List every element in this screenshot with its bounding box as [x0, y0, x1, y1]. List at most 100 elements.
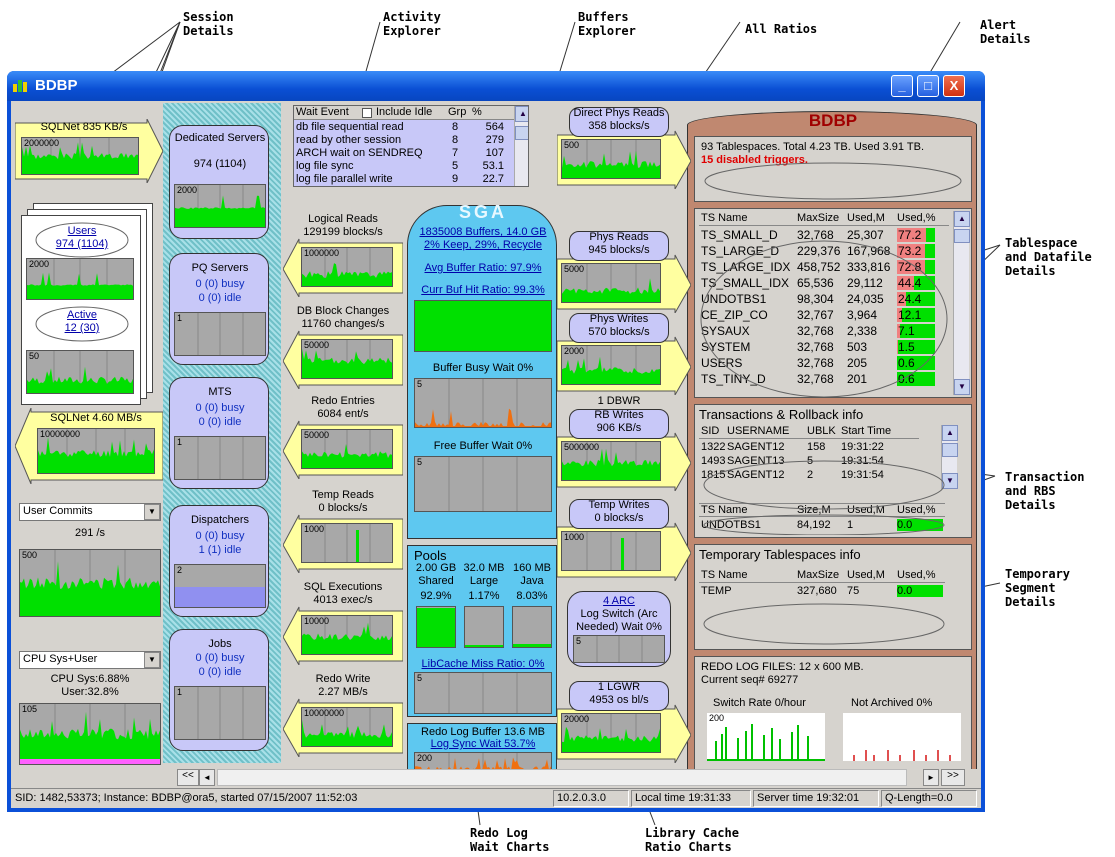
free-buffer-chart[interactable]: 5: [414, 456, 552, 512]
scroll-thumb[interactable]: [954, 229, 970, 243]
sga-buffers-link[interactable]: 1835008 Buffers, 14.0 GB: [408, 226, 558, 239]
prev-page-button[interactable]: ◄: [199, 769, 215, 786]
tablespace-panel[interactable]: TS Name MaxSize Used,M Used,% TS_SMALL_D…: [694, 208, 972, 398]
redo-entries-chart[interactable]: 50000: [301, 429, 393, 469]
rb-writes-chart[interactable]: 5000000: [561, 441, 661, 481]
phys-reads-chart[interactable]: 5000: [561, 263, 661, 303]
sql-executions-chart[interactable]: 10000: [301, 615, 393, 655]
libcache-chart[interactable]: 5: [414, 672, 552, 714]
last-page-button[interactable]: >>: [941, 769, 965, 786]
scroll-up-icon[interactable]: ▲: [515, 106, 528, 122]
avg-buffer-ratio-link[interactable]: Avg Buffer Ratio: 97.9%: [408, 262, 558, 275]
commits-select[interactable]: User Commits ▼: [19, 503, 161, 521]
log-switch-chart[interactable]: 5: [573, 635, 665, 663]
active-link[interactable]: Active: [32, 309, 132, 322]
chevron-down-icon[interactable]: ▼: [144, 504, 160, 520]
alert-panel[interactable]: 93 Tablespaces. Total 4.23 TB. Used 3.91…: [694, 136, 972, 202]
libcache-link[interactable]: LibCache Miss Ratio: 0%: [408, 658, 558, 671]
wait-event-row[interactable]: log file sync 5 53.1: [294, 160, 514, 173]
phys-writes-chart[interactable]: 2000: [561, 345, 661, 385]
cpu-chart[interactable]: 105: [19, 703, 161, 765]
col-wait-event[interactable]: Wait Event: [296, 106, 349, 118]
sqlnet-out-chart[interactable]: 10000000: [37, 428, 155, 474]
scroll-up-icon[interactable]: ▲: [954, 211, 970, 227]
temp-col-maxsize[interactable]: MaxSize: [797, 569, 839, 581]
switch-rate-chart[interactable]: 200: [707, 713, 825, 761]
col-grp[interactable]: Grp: [448, 106, 466, 118]
users-value-link[interactable]: 974 (1104): [32, 238, 132, 251]
temp-row[interactable]: TEMP 327,680 75 0.0: [699, 585, 945, 599]
log-sync-link[interactable]: Log Sync Wait 53.7%: [408, 738, 558, 751]
redo-files: REDO LOG FILES: 12 x 600 MB.: [701, 661, 864, 673]
ts-col-maxsize[interactable]: MaxSize: [797, 212, 839, 224]
dedicated-chart[interactable]: 2000: [174, 184, 266, 228]
wait-event-row[interactable]: log file parallel write 9 22.7: [294, 173, 514, 186]
maximize-button[interactable]: □: [917, 75, 939, 97]
sga-keep-link[interactable]: 2% Keep, 29%, Recycle: [408, 239, 558, 252]
col-pct[interactable]: %: [472, 106, 482, 118]
ts-col-name[interactable]: TS Name: [701, 212, 747, 224]
close-button[interactable]: X: [943, 75, 965, 97]
temp-panel[interactable]: Temporary Tablespaces info TS Name MaxSi…: [694, 544, 972, 650]
next-page-button[interactable]: ►: [923, 769, 939, 786]
pq-chart[interactable]: 1: [174, 312, 266, 356]
not-archived-chart[interactable]: [843, 713, 961, 761]
tx-col-start[interactable]: Start Time: [841, 425, 891, 437]
ts-scrollbar[interactable]: ▲ ▼: [953, 211, 970, 395]
title-bar[interactable]: BDBP _ □ X: [7, 71, 985, 101]
pool-usage-chart[interactable]: [416, 606, 456, 648]
jobs-chart[interactable]: 1: [174, 686, 266, 740]
direct-phys-reads-value: 358 blocks/s: [588, 120, 650, 132]
chevron-down-icon[interactable]: ▼: [144, 652, 160, 668]
active-chart[interactable]: 50: [26, 350, 134, 394]
temp-writes-chart[interactable]: 1000: [561, 531, 661, 571]
disp-chart[interactable]: 2: [174, 564, 266, 608]
lgwr-chart[interactable]: 20000: [561, 713, 661, 753]
horizontal-scrollbar[interactable]: [217, 769, 907, 786]
temp-col-usedpct[interactable]: Used,%: [897, 569, 936, 581]
transactions-panel[interactable]: Transactions & Rollback info SID USERNAM…: [694, 404, 972, 538]
minimize-button[interactable]: _: [891, 75, 913, 97]
jobs-panel[interactable]: Jobs 0 (0) busy 0 (0) idle 1: [169, 629, 269, 751]
pool-usage-chart[interactable]: [464, 606, 504, 648]
dedicated-servers-panel[interactable]: Dedicated Servers 974 (1104) 2000: [169, 125, 269, 239]
scroll-thumb[interactable]: [515, 126, 528, 140]
ts-col-usedm[interactable]: Used,M: [847, 212, 885, 224]
tx-col-ublk[interactable]: UBLK: [807, 425, 836, 437]
include-idle-checkbox[interactable]: [362, 108, 372, 118]
redo-write-chart[interactable]: 10000000: [301, 707, 393, 747]
users-link[interactable]: Users: [32, 225, 132, 238]
wait-event-row[interactable]: ARCH wait on SENDREQ 7 107: [294, 147, 514, 160]
wait-event-row[interactable]: read by other session 8 279: [294, 134, 514, 147]
scroll-up-icon[interactable]: ▲: [942, 425, 958, 441]
pq-servers-panel[interactable]: PQ Servers 0 (0) busy 0 (0) idle 1: [169, 253, 269, 365]
redo-log-panel[interactable]: REDO LOG FILES: 12 x 600 MB. Current seq…: [694, 656, 972, 784]
buffer-hit-chart[interactable]: [414, 300, 552, 352]
commits-chart[interactable]: 500: [19, 549, 161, 617]
scroll-down-icon[interactable]: ▼: [954, 379, 970, 395]
mts-panel[interactable]: MTS 0 (0) busy 0 (0) idle 1: [169, 377, 269, 489]
cpu-select[interactable]: CPU Sys+User ▼: [19, 651, 161, 669]
users-chart[interactable]: 2000: [26, 258, 134, 300]
temp-col-name[interactable]: TS Name: [701, 569, 747, 581]
tx-col-sid[interactable]: SID: [701, 425, 719, 437]
arc-link[interactable]: 4 ARC: [567, 595, 671, 608]
wait-events-list[interactable]: Wait Event Include Idle Grp % db file se…: [293, 105, 529, 187]
tx-col-username[interactable]: USERNAME: [727, 425, 789, 437]
mts-chart[interactable]: 1: [174, 436, 266, 480]
curr-buf-hit-link[interactable]: Curr Buf Hit Ratio: 99.3%: [408, 284, 558, 297]
ts-col-usedpct[interactable]: Used,%: [897, 212, 936, 224]
dispatchers-panel[interactable]: Dispatchers 0 (0) busy 1 (1) idle 2: [169, 505, 269, 617]
buffer-busy-chart[interactable]: 5: [414, 378, 552, 428]
logical-reads-chart[interactable]: 1000000: [301, 247, 393, 287]
wait-event-row[interactable]: db file sequential read 8 564: [294, 121, 514, 134]
temp-col-usedm[interactable]: Used,M: [847, 569, 885, 581]
db-block-changes-chart[interactable]: 50000: [301, 339, 393, 379]
direct-phys-reads-chart[interactable]: 500: [561, 139, 661, 179]
sqlnet-in-chart[interactable]: 2000000: [21, 137, 139, 175]
first-page-button[interactable]: <<: [177, 769, 199, 786]
temp-reads-chart[interactable]: 1000: [301, 523, 393, 563]
wait-events-scrollbar[interactable]: ▲: [514, 106, 528, 186]
active-value-link[interactable]: 12 (30): [32, 322, 132, 335]
pool-usage-chart[interactable]: [512, 606, 552, 648]
